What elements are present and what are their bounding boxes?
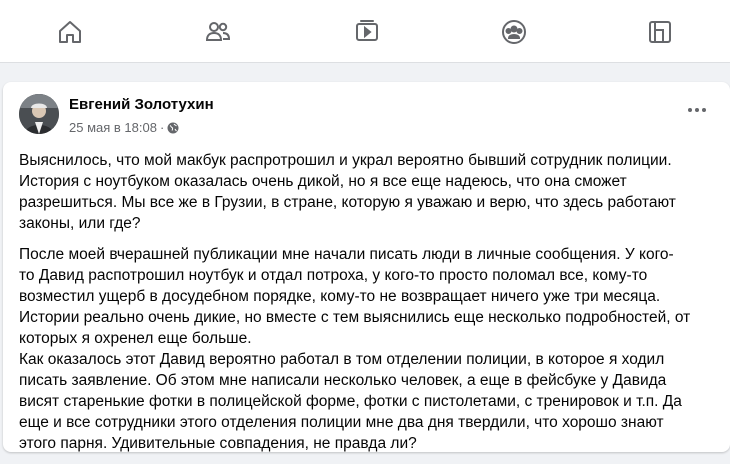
groups-icon [502,20,526,44]
post-card: Евгений Золотухин 25 мая в 18:08 · Выясн… [3,82,730,452]
nav-friends[interactable] [198,12,238,52]
nav-groups[interactable] [494,12,534,52]
nav-watch[interactable] [347,12,387,52]
watch-icon [356,20,378,41]
more-options-button[interactable] [683,100,711,120]
globe-icon[interactable] [167,122,179,134]
avatar-image [19,94,59,134]
more-horizontal-icon [688,108,706,112]
post-date[interactable]: 25 мая в 18:08 [69,120,157,135]
nav-gaming[interactable] [640,12,680,52]
friends-icon [205,22,231,41]
post-paragraph-2: После моей вчерашней публикации мне нача… [19,246,691,452]
post-body: Выяснилось, что мой макбук распротрошил … [19,150,719,464]
post-author[interactable]: Евгений Золотухин [69,96,214,113]
avatar[interactable] [19,94,59,134]
nav-home[interactable] [50,12,90,52]
post-paragraph-1: Выяснилось, что мой макбук распротрошил … [19,152,676,232]
home-icon [59,21,81,43]
post-meta: 25 мая в 18:08 · [69,120,179,135]
gaming-icon [649,21,671,43]
top-navigation [0,0,730,63]
meta-separator: · [159,120,165,135]
